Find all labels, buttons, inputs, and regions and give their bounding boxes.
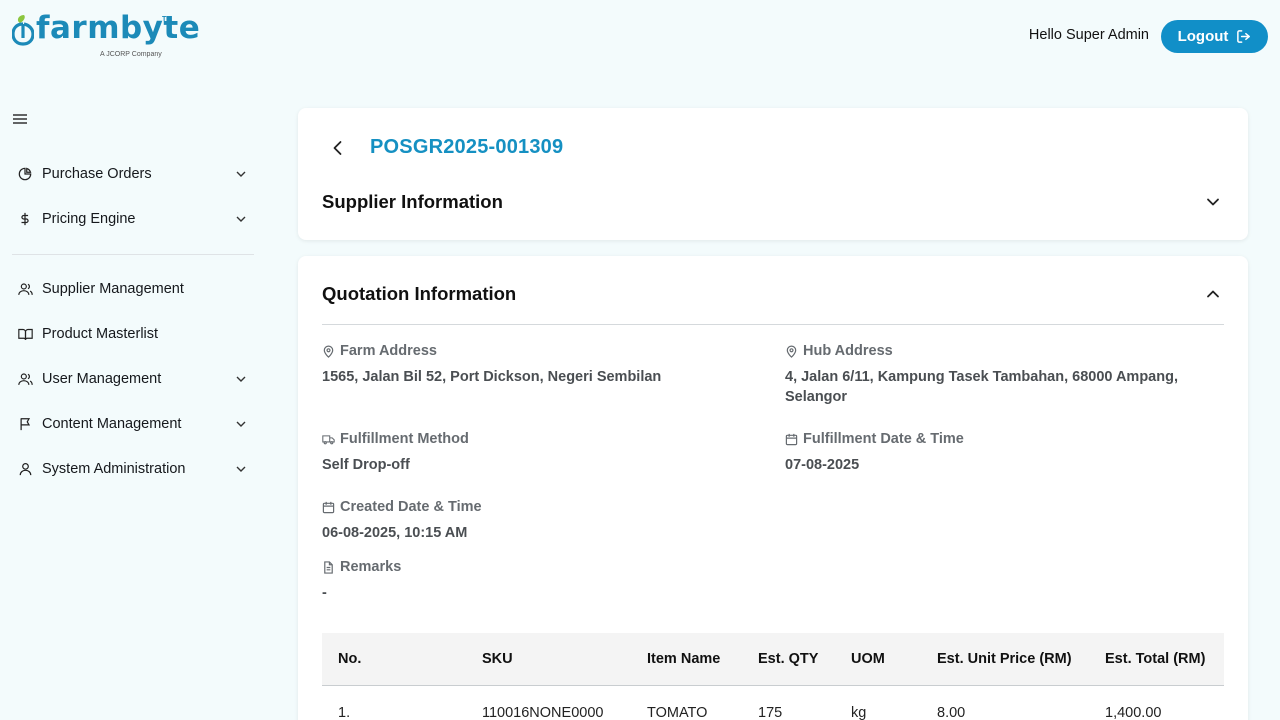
back-arrow-icon[interactable] xyxy=(328,138,348,158)
sidebar-item-content-management[interactable]: Content Management xyxy=(12,409,254,439)
fulfillment-method-field: Fulfillment Method Self Drop-off xyxy=(322,431,762,475)
sidebar-item-user-management[interactable]: User Management xyxy=(12,364,254,394)
chevron-down-icon xyxy=(236,466,246,472)
field-label: Created Date & Time xyxy=(340,499,482,515)
column-header: UOM xyxy=(851,651,885,667)
sidebar-item-label: Pricing Engine xyxy=(42,211,136,227)
farm-address-value: 1565, Jalan Bil 52, Port Dickson, Negeri… xyxy=(322,369,662,385)
users-icon xyxy=(15,279,35,299)
file-icon xyxy=(324,560,333,574)
table-cell: kg xyxy=(851,705,867,720)
calendar-icon xyxy=(785,433,798,445)
chevron-down-icon xyxy=(236,421,246,427)
user-icon xyxy=(15,459,35,479)
calendar-icon xyxy=(322,501,335,513)
table-header: No. SKU Item Name Est. QTY UOM Est. Unit… xyxy=(322,633,1224,686)
supplier-info-card: POSGR2025-001309 Supplier Information xyxy=(298,108,1248,240)
table-cell: 1,400.00 xyxy=(1105,705,1162,720)
user-greeting: Hello Super Admin xyxy=(1028,27,1149,43)
field-label: Fulfillment Date & Time xyxy=(803,431,964,447)
map-pin-icon xyxy=(323,345,334,358)
map-pin-icon xyxy=(786,345,797,358)
flag-icon xyxy=(15,414,35,434)
farm-address-field: Farm Address 1565, Jalan Bil 52, Port Di… xyxy=(322,343,762,387)
quotation-info-card: Quotation Information Farm Address 1565,… xyxy=(298,256,1248,720)
field-label: Farm Address xyxy=(340,343,437,359)
table-cell: 175 xyxy=(758,705,783,720)
sidebar-item-label: User Management xyxy=(42,371,162,387)
created-datetime-value: 06-08-2025, 10:15 AM xyxy=(322,525,468,541)
quotation-items-table: No. SKU Item Name Est. QTY UOM Est. Unit… xyxy=(322,633,1224,720)
hub-address-field: Hub Address 4, Jalan 6/11, Kampung Tasek… xyxy=(785,343,1205,407)
pie-chart-icon xyxy=(15,164,35,184)
created-datetime-field: Created Date & Time 06-08-2025, 10:15 AM xyxy=(322,499,762,543)
brand-tm: TM xyxy=(162,16,173,23)
leaf-logo-icon xyxy=(12,15,34,46)
table-cell: 8.00 xyxy=(937,705,966,720)
field-label: Fulfillment Method xyxy=(340,431,469,447)
fulfillment-datetime-field: Fulfillment Date & Time 07-08-2025 xyxy=(785,431,1205,475)
logout-icon xyxy=(1237,30,1251,43)
sidebar-item-system-administration[interactable]: System Administration xyxy=(12,454,254,484)
section-divider xyxy=(322,324,1224,325)
chevron-up-icon[interactable] xyxy=(1204,285,1222,303)
field-label: Remarks xyxy=(340,559,402,575)
column-header: No. xyxy=(338,651,362,667)
column-header: Item Name xyxy=(647,651,721,667)
hamburger-icon[interactable] xyxy=(13,113,27,125)
farmbyte-logo[interactable]: farmbyte TM A JCORP Company xyxy=(12,10,200,62)
column-header: Est. Unit Price (RM) xyxy=(937,651,1072,667)
chevron-down-icon[interactable] xyxy=(1204,193,1222,211)
column-header: Est. QTY xyxy=(758,651,819,667)
fulfillment-method-value: Self Drop-off xyxy=(322,457,410,473)
sidebar-item-label: Purchase Orders xyxy=(42,166,152,182)
sidebar-item-label: System Administration xyxy=(42,461,186,477)
sidebar-divider xyxy=(12,254,254,255)
truck-icon xyxy=(322,434,335,444)
remarks-value: - xyxy=(322,585,327,601)
table-cell: TOMATO xyxy=(647,705,708,720)
brand-tagline: A JCORP Company xyxy=(100,51,162,58)
supplier-information-title[interactable]: Supplier Information xyxy=(322,191,503,213)
brand-name: farmbyte xyxy=(36,10,201,46)
table-cell: 1. xyxy=(338,705,351,720)
users-icon xyxy=(15,369,35,389)
field-label: Hub Address xyxy=(803,343,893,359)
dollar-icon xyxy=(15,209,35,229)
hub-address-value: 4, Jalan 6/11, Kampung Tasek Tambahan, 6… xyxy=(785,369,1178,405)
column-header: SKU xyxy=(482,651,513,667)
chevron-down-icon xyxy=(236,376,246,382)
sidebar-item-purchase-orders[interactable]: Purchase Orders xyxy=(12,159,254,189)
column-header: Est. Total (RM) xyxy=(1105,651,1206,667)
sidebar-item-supplier-management[interactable]: Supplier Management xyxy=(12,274,254,304)
purchase-order-id: POSGR2025-001309 xyxy=(370,136,564,158)
chevron-down-icon xyxy=(236,171,246,177)
logout-button[interactable]: Logout xyxy=(1161,20,1268,53)
table-cell: 110016NONE0000 xyxy=(482,705,604,720)
sidebar-item-label: Supplier Management xyxy=(42,281,184,297)
fulfillment-datetime-value: 07-08-2025 xyxy=(785,457,860,473)
table-row[interactable]: 1. 110016NONE0000 TOMATO 175 kg 8.00 1,4… xyxy=(322,686,1224,720)
chevron-down-icon xyxy=(236,216,246,222)
sidebar-item-label: Product Masterlist xyxy=(42,326,159,342)
sidebar-item-pricing-engine[interactable]: Pricing Engine xyxy=(12,204,254,234)
quotation-information-title[interactable]: Quotation Information xyxy=(322,283,516,305)
sidebar-item-label: Content Management xyxy=(42,416,182,432)
book-icon xyxy=(15,324,35,344)
sidebar-item-product-masterlist[interactable]: Product Masterlist xyxy=(12,319,254,349)
logout-label: Logout xyxy=(1177,28,1229,45)
remarks-field: Remarks - xyxy=(322,559,762,603)
